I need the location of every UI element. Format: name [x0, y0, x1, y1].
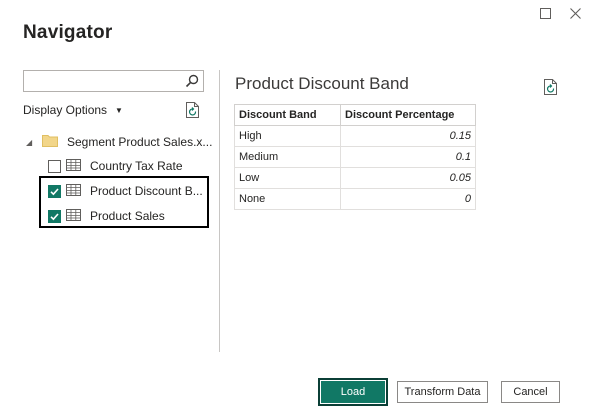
table-icon	[66, 183, 81, 199]
table-cell: Low	[234, 167, 341, 189]
table-cell: 0	[340, 188, 476, 210]
maximize-icon[interactable]	[536, 4, 554, 22]
checkbox-checked[interactable]	[48, 184, 61, 198]
table-row: High 0.15	[234, 125, 476, 147]
tree-root-label: Segment Product Sales.x...	[67, 135, 213, 149]
table-cell: 0.05	[340, 167, 476, 189]
column-header[interactable]: Discount Percentage	[340, 104, 476, 126]
table-cell: 0.15	[340, 125, 476, 147]
folder-icon	[42, 134, 58, 150]
table-cell: High	[234, 125, 341, 147]
checkbox-checked[interactable]	[48, 209, 61, 223]
search-input[interactable]	[23, 70, 204, 92]
tree-item-label: Product Discount B...	[90, 184, 203, 198]
table-cell: None	[234, 188, 341, 210]
refresh-icon[interactable]	[543, 78, 559, 101]
table-header-row: Discount Band Discount Percentage	[234, 104, 476, 126]
chevron-down-icon: ▼	[115, 105, 123, 115]
table-row: Medium 0.1	[234, 146, 476, 168]
expand-triangle-icon[interactable]: ◢	[26, 138, 38, 147]
preview-table: Discount Band Discount Percentage High 0…	[234, 104, 476, 210]
tree-item-country-tax-rate[interactable]: Country Tax Rate	[48, 157, 208, 175]
load-button[interactable]: Load	[318, 378, 388, 406]
cancel-button[interactable]: Cancel	[501, 381, 560, 403]
tree-item-label: Country Tax Rate	[90, 159, 183, 173]
transform-data-button[interactable]: Transform Data	[397, 381, 488, 403]
table-row: None 0	[234, 188, 476, 210]
column-header[interactable]: Discount Band	[234, 104, 341, 126]
close-icon[interactable]	[566, 4, 584, 22]
tree-item-product-sales[interactable]: Product Sales	[48, 207, 208, 225]
display-options-dropdown[interactable]: Display Options ▼	[23, 103, 123, 117]
table-cell: Medium	[234, 146, 341, 168]
preview-title: Product Discount Band	[235, 74, 409, 93]
refresh-icon[interactable]	[185, 101, 201, 124]
panel-divider[interactable]	[219, 70, 220, 352]
dialog-title: Navigator	[23, 22, 113, 43]
checkbox-unchecked[interactable]	[48, 159, 61, 173]
table-icon	[66, 208, 81, 224]
display-options-label: Display Options	[23, 103, 108, 117]
tree-item-product-discount-band[interactable]: Product Discount B...	[48, 182, 208, 200]
table-cell: 0.1	[340, 146, 476, 168]
tree-root-node[interactable]: ◢ Segment Product Sales.x...	[26, 133, 216, 151]
tree-item-label: Product Sales	[90, 209, 165, 223]
table-row: Low 0.05	[234, 167, 476, 189]
search-icon[interactable]	[185, 74, 199, 93]
table-icon	[66, 158, 81, 174]
